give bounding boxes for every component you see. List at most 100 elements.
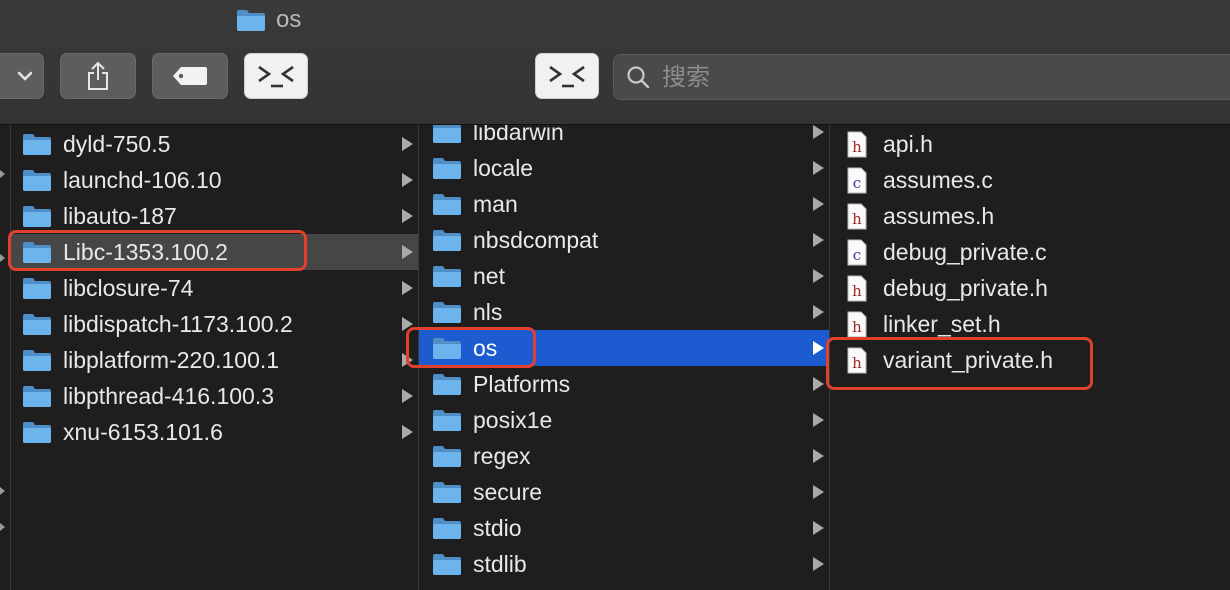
item-label: posix1e xyxy=(473,406,553,433)
list-item[interactable]: launchd-106.10 xyxy=(11,162,418,198)
folder-icon xyxy=(433,554,461,575)
list-item[interactable]: libplatform-220.100.1 xyxy=(11,342,418,378)
list-item[interactable]: libdarwin xyxy=(419,125,829,150)
list-item[interactable]: libauto-187 xyxy=(11,198,418,234)
item-label: net xyxy=(473,262,505,289)
svg-text:c: c xyxy=(853,246,861,264)
item-label: secure xyxy=(473,478,543,505)
folder-icon xyxy=(433,194,461,215)
item-label: libpthread-416.100.3 xyxy=(63,382,274,409)
folder-icon xyxy=(23,386,51,407)
folder-icon xyxy=(433,266,461,287)
file-item[interactable]: c assumes.c xyxy=(830,162,1230,198)
list-item[interactable]: nbsdcompat xyxy=(419,222,829,258)
disclosure-arrow-icon xyxy=(402,353,413,367)
list-item[interactable]: dyld-750.5 xyxy=(11,126,418,162)
svg-text:h: h xyxy=(852,318,862,336)
terminal-icon xyxy=(549,65,585,88)
folder-icon xyxy=(433,518,461,539)
disclosure-arrow-icon xyxy=(813,521,824,535)
item-label: nls xyxy=(473,298,503,325)
list-item[interactable]: posix1e xyxy=(419,402,829,438)
file-item[interactable]: h linker_set.h xyxy=(830,306,1230,342)
c-file-icon: c xyxy=(847,239,867,265)
list-item[interactable]: secure xyxy=(419,474,829,510)
list-item[interactable]: regex xyxy=(419,438,829,474)
search-input[interactable] xyxy=(660,62,1184,92)
search-field[interactable] xyxy=(613,54,1230,100)
disclosure-arrow-icon xyxy=(402,137,413,151)
item-label: launchd-106.10 xyxy=(63,166,222,193)
share-button[interactable] xyxy=(60,53,136,99)
tag-icon xyxy=(173,67,207,85)
folder-icon xyxy=(433,338,461,359)
list-item[interactable]: nls xyxy=(419,294,829,330)
search-icon xyxy=(627,66,650,89)
file-item[interactable]: h api.h xyxy=(830,126,1230,162)
list-item[interactable]: xnu-6153.101.6 xyxy=(11,414,418,450)
list-item[interactable]: locale xyxy=(419,150,829,186)
folder-icon xyxy=(23,314,51,335)
disclosure-arrow-icon xyxy=(402,317,413,331)
list-item[interactable]: Platforms xyxy=(419,366,829,402)
svg-text:h: h xyxy=(852,210,862,228)
item-label: stdio xyxy=(473,514,522,541)
list-item[interactable]: libclosure-74 xyxy=(11,270,418,306)
item-label: Libc-1353.100.2 xyxy=(63,238,228,265)
list-item[interactable]: net xyxy=(419,258,829,294)
disclosure-arrow-icon xyxy=(402,245,413,259)
header-file-icon: h xyxy=(847,347,867,373)
file-item[interactable]: h assumes.h xyxy=(830,198,1230,234)
terminal-button[interactable] xyxy=(244,53,308,99)
list-item[interactable]: libpthread-416.100.3 xyxy=(11,378,418,414)
folder-icon xyxy=(433,125,461,143)
folder-icon xyxy=(237,10,265,31)
disclosure-arrow-icon xyxy=(402,281,413,295)
tag-button[interactable] xyxy=(152,53,228,99)
folder-icon xyxy=(433,374,461,395)
file-item[interactable]: h debug_private.h xyxy=(830,270,1230,306)
list-item[interactable]: stdlib xyxy=(419,546,829,582)
file-label: assumes.c xyxy=(883,166,993,193)
item-label: dyld-750.5 xyxy=(63,130,171,157)
svg-text:h: h xyxy=(852,354,862,372)
item-label: regex xyxy=(473,442,531,469)
header-file-icon: h xyxy=(847,275,867,301)
file-item[interactable]: c debug_private.c xyxy=(830,234,1230,270)
folder-icon xyxy=(433,158,461,179)
disclosure-arrow-icon xyxy=(402,389,413,403)
c-file-icon: c xyxy=(847,167,867,193)
list-item[interactable]: libdispatch-1173.100.2 xyxy=(11,306,418,342)
folder-icon xyxy=(433,302,461,323)
disclosure-arrow-icon xyxy=(813,557,824,571)
folder-icon xyxy=(23,422,51,443)
disclosure-arrow-icon xyxy=(813,341,824,355)
item-label: libauto-187 xyxy=(63,202,177,229)
folder-icon xyxy=(23,206,51,227)
list-item-selected[interactable]: os xyxy=(419,330,829,366)
list-item-selected[interactable]: Libc-1353.100.2 xyxy=(11,234,418,270)
view-dropdown-button[interactable] xyxy=(0,53,44,99)
item-label: os xyxy=(473,334,498,361)
list-item[interactable]: stdio xyxy=(419,510,829,546)
file-label: linker_set.h xyxy=(883,310,1001,337)
item-label: libplatform-220.100.1 xyxy=(63,346,280,373)
folder-icon xyxy=(433,446,461,467)
folder-icon xyxy=(23,278,51,299)
list-item[interactable]: man xyxy=(419,186,829,222)
folder-icon xyxy=(433,230,461,251)
file-item[interactable]: h variant_private.h xyxy=(830,342,1230,378)
disclosure-arrow-icon xyxy=(813,233,824,247)
file-label: api.h xyxy=(883,130,933,157)
terminal-button-2[interactable] xyxy=(535,53,599,99)
file-label: assumes.h xyxy=(883,202,995,229)
column-libc: libdarwin locale man nbsdcompat net nls … xyxy=(419,125,830,590)
folder-icon xyxy=(23,170,51,191)
svg-text:c: c xyxy=(853,174,861,192)
list-item[interactable] xyxy=(419,582,829,590)
svg-text:h: h xyxy=(852,138,862,156)
disclosure-arrow-icon xyxy=(0,254,5,262)
chevron-down-icon xyxy=(17,71,33,81)
disclosure-arrow-icon xyxy=(813,485,824,499)
item-label: locale xyxy=(473,154,534,181)
